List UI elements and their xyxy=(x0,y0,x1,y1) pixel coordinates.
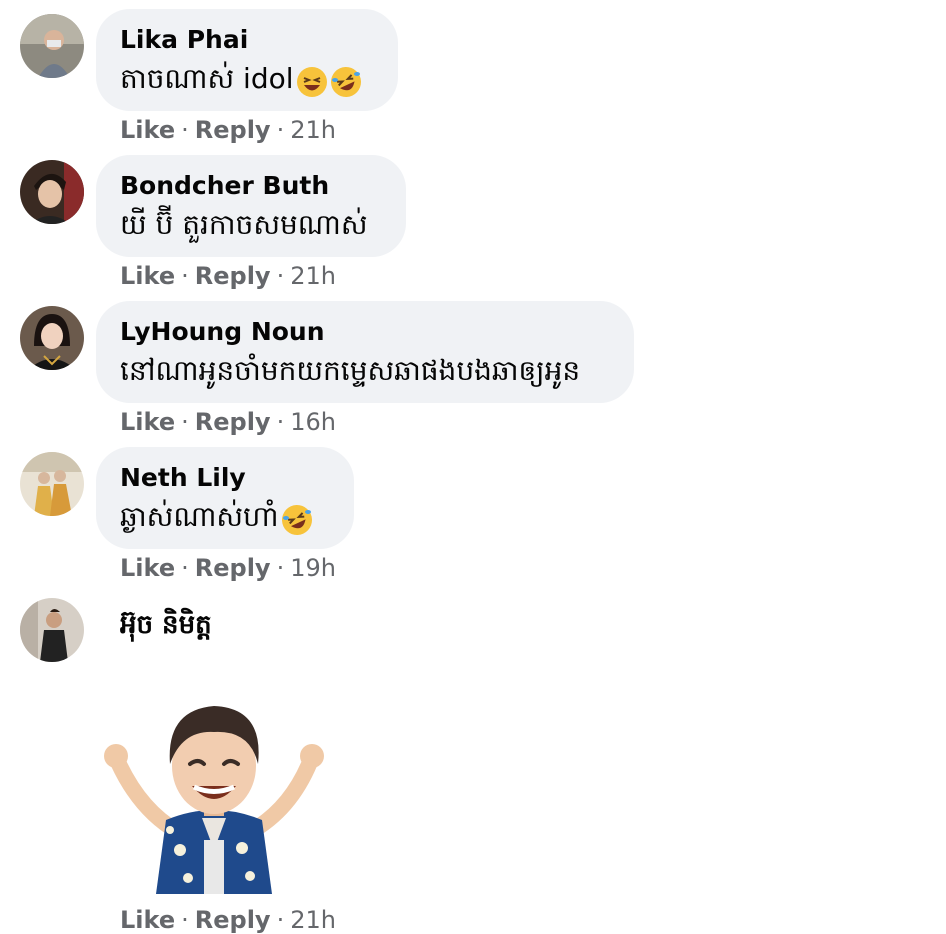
comment-time[interactable]: 21h xyxy=(290,116,336,144)
separator-dot: · xyxy=(181,906,189,934)
comment-author[interactable]: អ៊ុច និមិត្ត xyxy=(120,608,212,646)
separator-dot: · xyxy=(276,906,285,934)
comment-actions: Like · Reply · 21h xyxy=(120,262,336,290)
comment-text: នៅណាអូនចាំមកយកម្ទេសឆាផងបងឆាឲ្យអូន xyxy=(120,353,580,394)
comment-bubble: Lika Phai តាចណាស់ idol xyxy=(96,9,398,111)
reply-link[interactable]: Reply xyxy=(195,906,271,934)
avatar[interactable] xyxy=(20,160,84,224)
comment-text-body: នៅណាអូនចាំមកយកម្ទេសឆាផងបងឆាឲ្យអូន xyxy=(120,354,581,387)
reply-link[interactable]: Reply xyxy=(195,262,271,290)
comment-author[interactable]: Bondcher Buth xyxy=(120,171,329,200)
comment-text: ឆ្ងាស់ណាស់ហាំ xyxy=(120,499,313,540)
separator-dot: · xyxy=(276,554,285,582)
avatar[interactable] xyxy=(20,306,84,370)
comment-bubble: LyHoung Noun នៅណាអូនចាំមកយកម្ទេសឆាផងបងឆា… xyxy=(96,301,634,403)
comment-text: តាចណាស់ idol xyxy=(120,61,362,102)
laughing-face-icon xyxy=(296,66,328,98)
comment-time[interactable]: 16h xyxy=(290,408,336,436)
comment-time[interactable]: 19h xyxy=(290,554,336,582)
comment-bubble: Neth Lily ឆ្ងាស់ណាស់ហាំ xyxy=(96,447,354,549)
rofl-face-icon xyxy=(330,66,362,98)
comment-author[interactable]: LyHoung Noun xyxy=(120,317,325,346)
avatar-sticker-icon xyxy=(100,700,328,896)
separator-dot: · xyxy=(276,262,285,290)
comment-author[interactable]: Lika Phai xyxy=(120,25,248,54)
comment-actions: Like · Reply · 21h xyxy=(120,906,336,934)
avatar[interactable] xyxy=(20,598,84,662)
avatar[interactable] xyxy=(20,452,84,516)
comment-text-body: តាចណាស់ idol xyxy=(120,62,294,95)
separator-dot: · xyxy=(181,408,189,436)
like-link[interactable]: Like xyxy=(120,116,175,144)
comment-actions: Like · Reply · 19h xyxy=(120,554,336,582)
like-link[interactable]: Like xyxy=(120,262,175,290)
reply-link[interactable]: Reply xyxy=(195,554,271,582)
separator-dot: · xyxy=(276,116,285,144)
separator-dot: · xyxy=(276,408,285,436)
comment-text-body: ឆ្ងាស់ណាស់ហាំ xyxy=(120,500,279,533)
comment-time[interactable]: 21h xyxy=(290,262,336,290)
avatar[interactable] xyxy=(20,14,84,78)
like-link[interactable]: Like xyxy=(120,554,175,582)
comment-actions: Like · Reply · 16h xyxy=(120,408,336,436)
separator-dot: · xyxy=(181,262,189,290)
comment-text-body: យី ប៊ី តួរកាចសមណាស់ xyxy=(120,208,368,241)
comment-bubble: Bondcher Buth យី ប៊ី តួរកាចសមណាស់ xyxy=(96,155,406,257)
like-link[interactable]: Like xyxy=(120,906,175,934)
comment-time[interactable]: 21h xyxy=(290,906,336,934)
separator-dot: · xyxy=(181,116,189,144)
reply-link[interactable]: Reply xyxy=(195,116,271,144)
separator-dot: · xyxy=(181,554,189,582)
comment-author[interactable]: Neth Lily xyxy=(120,463,246,492)
comment-text: យី ប៊ី តួរកាចសមណាស់ xyxy=(120,207,368,248)
reply-link[interactable]: Reply xyxy=(195,408,271,436)
comment-actions: Like · Reply · 21h xyxy=(120,116,336,144)
rofl-face-icon xyxy=(281,504,313,536)
like-link[interactable]: Like xyxy=(120,408,175,436)
